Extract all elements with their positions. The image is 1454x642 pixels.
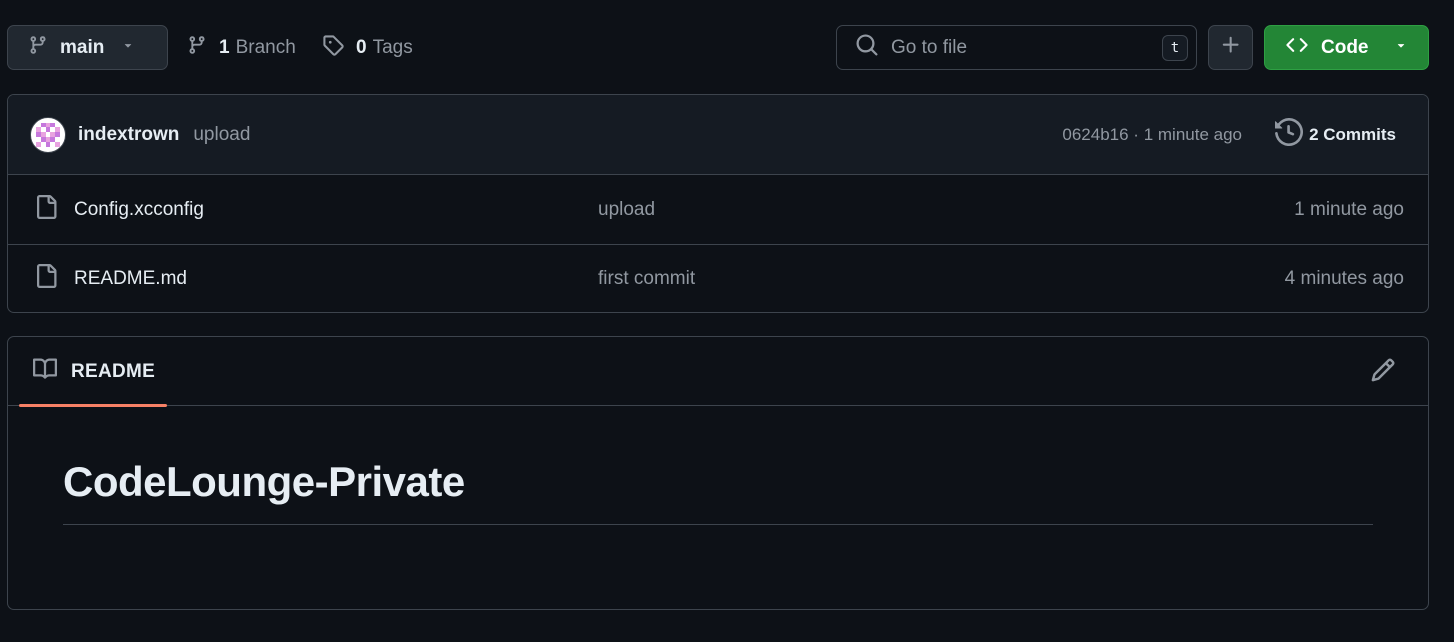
search-icon (855, 33, 879, 62)
keyboard-shortcut-hint: t (1162, 34, 1188, 61)
tag-icon (322, 34, 344, 62)
readme-content: CodeLounge-Private (8, 406, 1428, 525)
git-branch-icon (28, 34, 48, 61)
branch-selector-button[interactable]: main (7, 25, 168, 70)
branch-count: 1 (219, 36, 230, 58)
file-name-link[interactable]: README.md (74, 268, 187, 290)
git-branch-icon (187, 34, 207, 62)
pencil-icon (1370, 357, 1396, 388)
readme-panel: README CodeLounge-Private (7, 336, 1429, 610)
tab-readme-label: README (71, 360, 156, 382)
code-button[interactable]: Code (1264, 25, 1429, 70)
file-icon (34, 193, 58, 227)
file-commit-age: 4 minutes ago (1284, 268, 1404, 289)
search-placeholder: Go to file (891, 36, 968, 58)
file-commit-message-link[interactable]: first commit (598, 268, 695, 290)
add-file-button[interactable] (1208, 25, 1253, 70)
file-row[interactable]: Config.xcconfig upload 1 minute ago (8, 175, 1428, 244)
separator-dot: · (1133, 124, 1139, 144)
file-icon (34, 262, 58, 296)
chevron-down-icon (1394, 38, 1408, 57)
tags-link[interactable]: 0 Tags (322, 25, 413, 70)
commit-meta: 0624b16 · 1 minute ago (1062, 125, 1242, 145)
commits-count-label: 2 Commits (1309, 124, 1396, 144)
latest-commit-bar: indextrown upload 0624b16 · 1 minute ago… (8, 95, 1428, 175)
file-row[interactable]: README.md first commit 4 minutes ago (8, 244, 1428, 312)
plus-icon (1220, 34, 1242, 61)
code-icon (1284, 34, 1310, 61)
tab-readme[interactable]: README (19, 337, 167, 407)
readme-header: README (8, 337, 1428, 407)
branches-link[interactable]: 1 Branch (187, 25, 296, 70)
branch-name: main (60, 36, 105, 58)
chevron-down-icon (121, 38, 135, 57)
avatar[interactable] (30, 116, 66, 153)
readme-heading: CodeLounge-Private (63, 458, 1373, 525)
branch-label: Branch (235, 36, 296, 58)
book-icon (31, 357, 59, 387)
file-name-link[interactable]: Config.xcconfig (74, 199, 204, 221)
tag-label: Tags (372, 36, 413, 58)
edit-readme-button[interactable] (1368, 357, 1398, 387)
commit-author-link[interactable]: indextrown (78, 124, 179, 146)
commit-message-link[interactable]: upload (193, 124, 250, 146)
commit-age: 1 minute ago (1143, 124, 1242, 144)
tag-count: 0 (356, 36, 367, 58)
repo-toolbar: main 1 Branch 0 Tags Go to file t Code (7, 25, 1429, 71)
history-icon (1275, 117, 1309, 151)
go-to-file-input[interactable]: Go to file t (836, 25, 1197, 70)
commit-hash-link[interactable]: 0624b16 (1062, 125, 1128, 144)
file-browser: indextrown upload 0624b16 · 1 minute ago… (7, 94, 1429, 313)
file-commit-message-link[interactable]: upload (598, 199, 655, 221)
file-commit-age: 1 minute ago (1294, 198, 1404, 220)
code-button-label: Code (1321, 36, 1369, 58)
commits-history-link[interactable]: 2 Commits (1275, 117, 1396, 151)
